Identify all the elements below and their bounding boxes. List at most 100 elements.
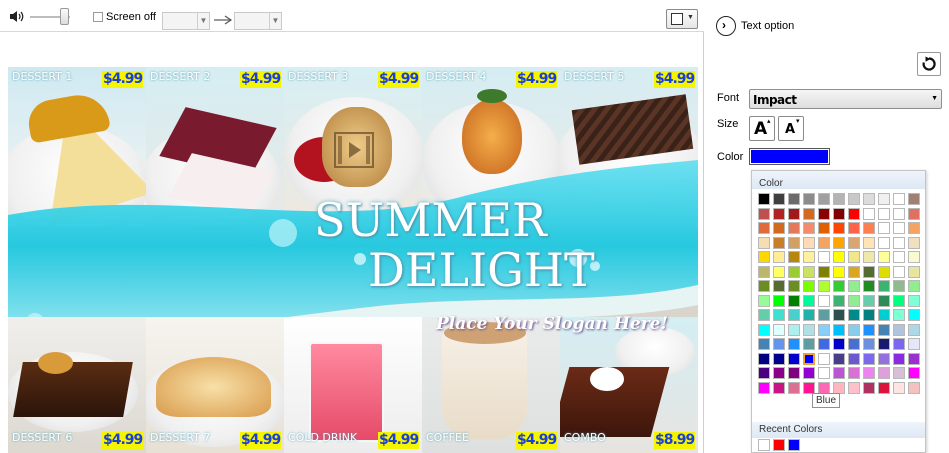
color-swatch[interactable] [863, 381, 875, 394]
screen-layout-button[interactable]: ▼ [666, 9, 698, 29]
color-swatch[interactable] [818, 338, 830, 350]
color-swatch[interactable] [893, 207, 905, 220]
collapse-panel-button[interactable]: › [716, 16, 736, 36]
color-swatch[interactable] [893, 352, 905, 365]
color-swatch[interactable] [773, 222, 785, 234]
headline-line-2[interactable]: DELIGHT [368, 243, 595, 297]
color-swatch[interactable] [788, 381, 800, 394]
color-swatch[interactable] [833, 367, 845, 379]
color-swatch[interactable] [803, 323, 815, 336]
color-swatch[interactable] [788, 352, 800, 365]
color-swatch[interactable] [803, 309, 815, 321]
recent-color-swatch[interactable] [773, 439, 785, 451]
color-swatch[interactable] [758, 251, 770, 263]
increase-size-button[interactable]: A ▴ [749, 116, 775, 141]
color-swatch[interactable] [773, 309, 785, 321]
speaker-icon[interactable] [9, 10, 25, 23]
color-swatch[interactable] [833, 309, 845, 321]
color-swatch[interactable] [908, 207, 920, 220]
color-swatch[interactable] [908, 294, 920, 307]
color-swatch[interactable] [833, 265, 845, 278]
color-swatch[interactable] [863, 280, 875, 292]
color-swatch[interactable] [908, 323, 920, 336]
color-swatch[interactable] [908, 381, 920, 394]
color-swatch[interactable] [788, 251, 800, 263]
tile-label[interactable]: DESSERT 6 [12, 431, 72, 444]
color-swatch[interactable] [833, 338, 845, 350]
color-swatch[interactable] [803, 207, 815, 220]
color-swatch[interactable] [773, 207, 785, 220]
color-swatch[interactable] [908, 251, 920, 263]
recent-color-swatch[interactable] [788, 439, 800, 451]
color-swatch[interactable] [803, 381, 815, 394]
price-tag[interactable]: $4.99 [102, 432, 143, 449]
color-swatch[interactable] [788, 367, 800, 379]
price-tag[interactable]: $4.99 [654, 71, 695, 88]
color-swatch[interactable] [833, 381, 845, 394]
tile-label[interactable]: DESSERT 4 [426, 70, 486, 83]
color-swatch[interactable] [773, 381, 785, 394]
color-swatch[interactable] [803, 236, 815, 249]
color-swatch[interactable] [758, 323, 770, 336]
color-swatch[interactable] [878, 207, 890, 220]
color-swatch[interactable] [758, 280, 770, 292]
color-swatch[interactable] [893, 280, 905, 292]
color-swatch[interactable] [803, 352, 815, 365]
color-swatch[interactable] [833, 207, 845, 220]
color-swatch[interactable] [773, 193, 785, 205]
color-swatch[interactable] [833, 222, 845, 234]
color-swatch[interactable] [908, 222, 920, 234]
color-swatch[interactable] [893, 193, 905, 205]
color-swatch[interactable] [893, 323, 905, 336]
color-swatch[interactable] [848, 280, 860, 292]
color-swatch[interactable] [863, 222, 875, 234]
price-tag[interactable]: $4.99 [240, 432, 281, 449]
color-swatch[interactable] [803, 367, 815, 379]
color-swatch[interactable] [863, 338, 875, 350]
color-swatch[interactable] [908, 338, 920, 350]
price-tag[interactable]: $4.99 [240, 71, 281, 88]
color-swatch[interactable] [773, 338, 785, 350]
tile-label[interactable]: DESSERT 7 [150, 431, 210, 444]
price-tag[interactable]: $4.99 [102, 71, 143, 88]
color-swatch[interactable] [848, 265, 860, 278]
color-swatch[interactable] [758, 309, 770, 321]
color-swatch[interactable] [788, 338, 800, 350]
color-swatch[interactable] [773, 236, 785, 249]
color-swatch[interactable] [788, 193, 800, 205]
source-screen-select[interactable]: ▼ [162, 12, 210, 30]
color-swatch[interactable] [758, 222, 770, 234]
color-swatch[interactable] [908, 193, 920, 205]
color-swatch[interactable] [863, 323, 875, 336]
color-swatch[interactable] [833, 251, 845, 263]
color-swatch[interactable] [788, 323, 800, 336]
color-swatch[interactable] [788, 236, 800, 249]
color-swatch[interactable] [788, 265, 800, 278]
color-swatch[interactable] [848, 222, 860, 234]
color-swatch[interactable] [818, 193, 830, 205]
color-swatch[interactable] [818, 323, 830, 336]
color-swatch[interactable] [818, 352, 830, 365]
color-swatch[interactable] [878, 251, 890, 263]
color-swatch[interactable] [893, 294, 905, 307]
color-swatch[interactable] [863, 352, 875, 365]
color-swatch[interactable] [833, 236, 845, 249]
color-swatch[interactable] [803, 265, 815, 278]
color-swatch[interactable] [788, 280, 800, 292]
tile-label[interactable]: DESSERT 1 [12, 70, 72, 83]
color-swatch[interactable] [908, 236, 920, 249]
target-screen-select[interactable]: ▼ [234, 12, 282, 30]
color-swatch[interactable] [893, 338, 905, 350]
price-tag[interactable]: $8.99 [654, 432, 695, 449]
color-swatch[interactable] [863, 265, 875, 278]
tile-label[interactable]: COLD DRINK [288, 431, 357, 444]
price-tag[interactable]: $4.99 [378, 432, 419, 449]
headline-line-1[interactable]: SUMMER [314, 193, 547, 247]
color-swatch[interactable] [758, 265, 770, 278]
color-swatch[interactable] [863, 236, 875, 249]
color-swatch[interactable] [833, 294, 845, 307]
color-swatch[interactable] [818, 381, 830, 394]
color-swatch[interactable] [908, 352, 920, 365]
color-swatch[interactable] [788, 222, 800, 234]
color-swatch[interactable] [848, 207, 860, 220]
